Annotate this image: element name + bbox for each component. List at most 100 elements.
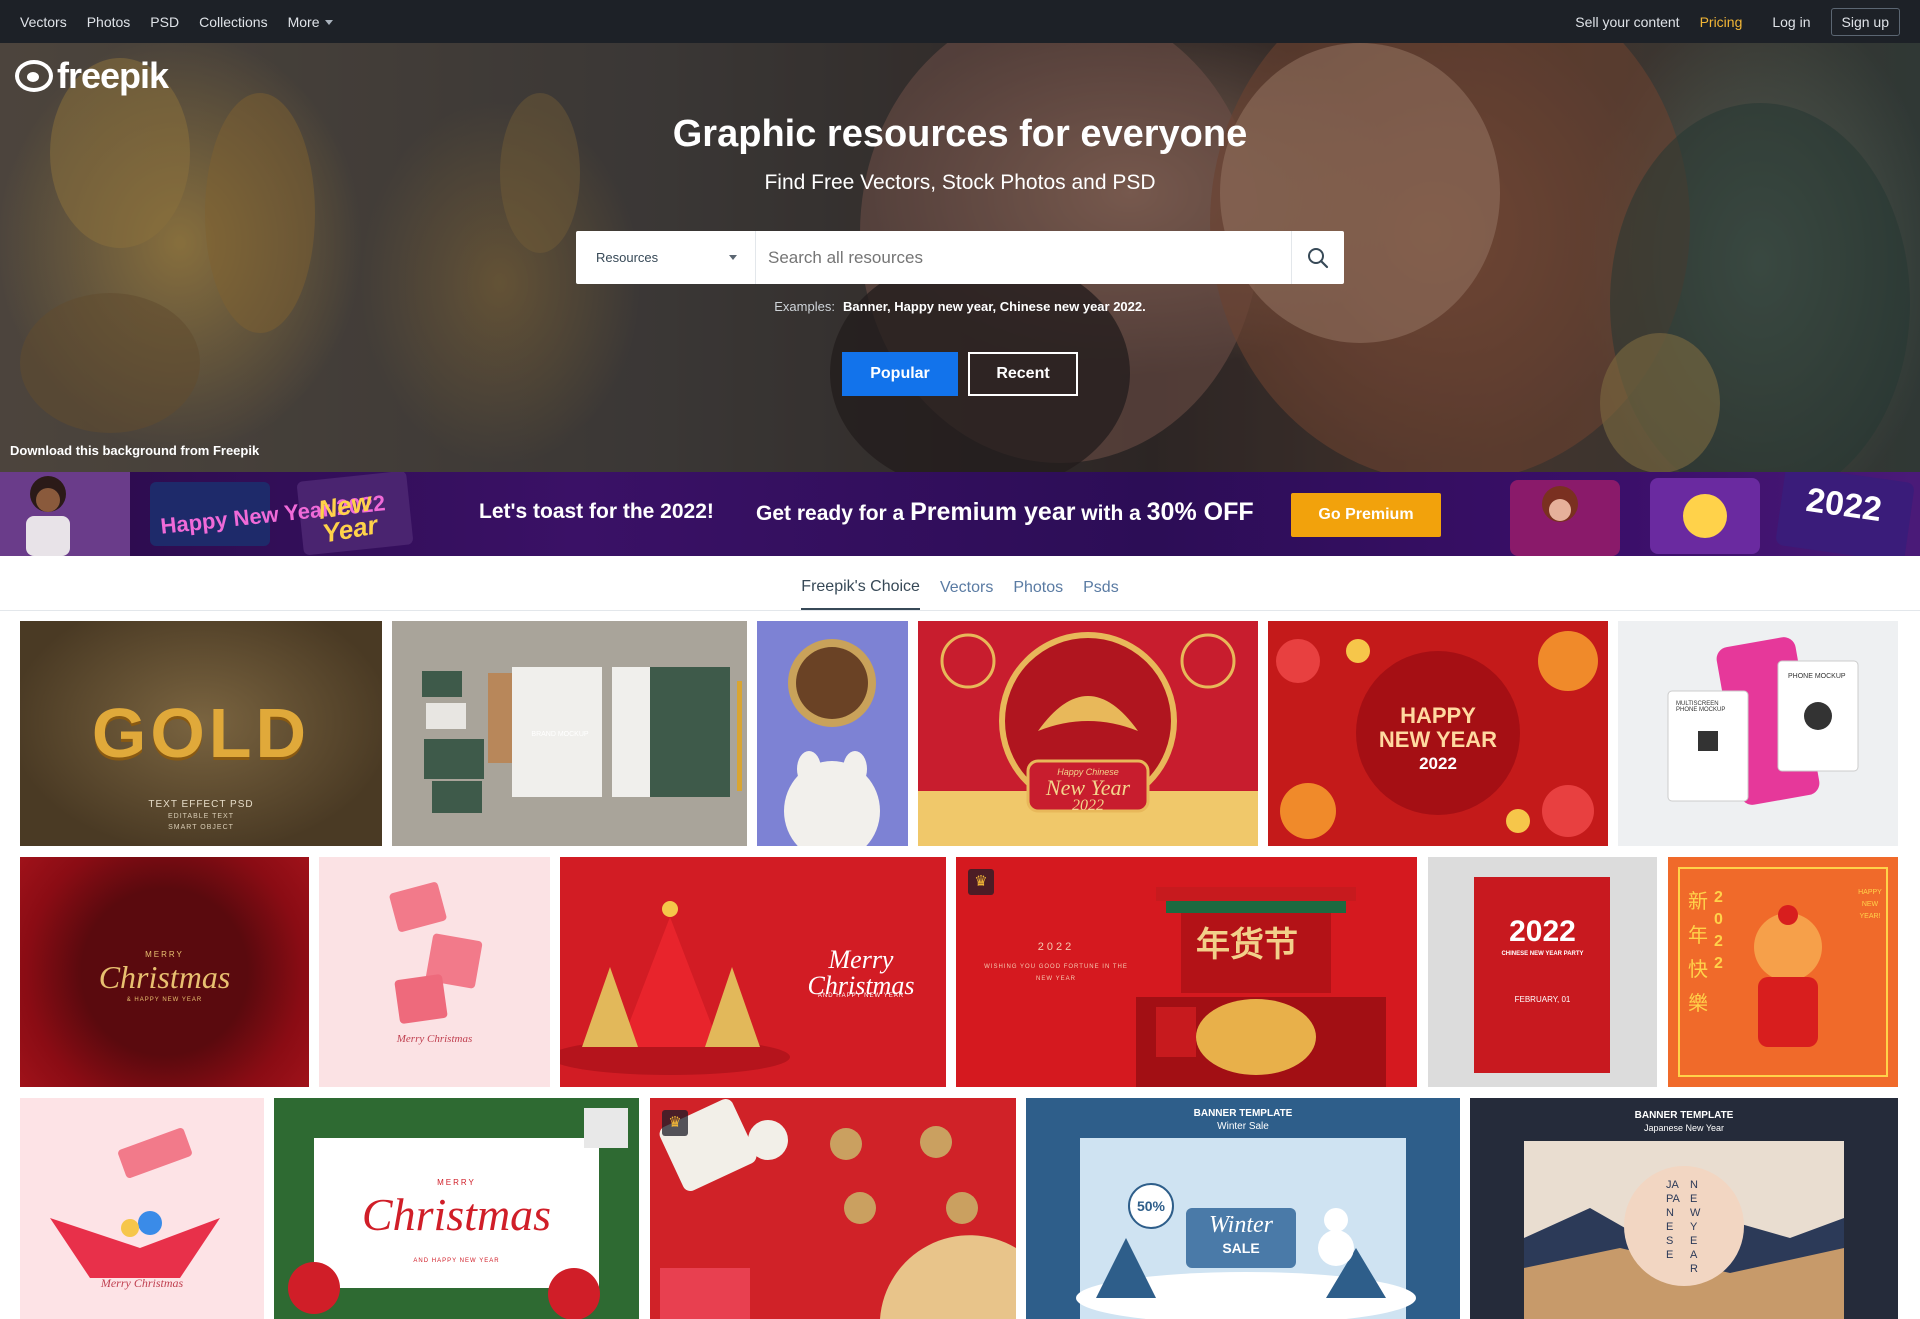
premium-crown-icon: ♛	[662, 1110, 688, 1136]
account-nav: Sell your content Pricing Log in Sign up	[1575, 7, 1900, 36]
poster-date: FEBRUARY, 01	[1514, 995, 1571, 1004]
xmas-tree-title: Merry Christmas	[807, 945, 915, 1000]
phone-mockup-label: PHONE MOCKUP	[1788, 673, 1846, 680]
tiger-card-cn: 新年快樂	[1688, 891, 1708, 1015]
search-bar: Resources	[576, 231, 1344, 284]
tiger-card-en: HAPPY NEW YEAR!	[1858, 889, 1882, 920]
go-premium-button[interactable]: Go Premium	[1291, 493, 1441, 537]
winter-sale-text: SALE	[1222, 1240, 1260, 1256]
search-examples: Examples: Banner, Happy new year, Chinese…	[0, 299, 1920, 314]
gate-wish: WISHING YOU GOOD FORTUNE IN THE NEW YEAR	[984, 964, 1128, 982]
poster-sub: CHINESE NEW YEAR PARTY	[1501, 951, 1584, 957]
gallery-item-christmas-wreath[interactable]: MERRY Christmas AND HAPPY NEW YEAR	[274, 1098, 639, 1319]
gallery-item-tiger-card[interactable]: 新年快樂 2022 HAPPY NEW YEAR!	[1668, 857, 1898, 1087]
wreath-title: Christmas	[361, 1189, 552, 1240]
sell-content-link[interactable]: Sell your content	[1575, 14, 1679, 30]
cat-photo-art	[784, 639, 880, 846]
multiscreen-mockup-label: MULTISCREEN PHONE MOCKUP	[1676, 701, 1726, 713]
examples-links[interactable]: Banner, Happy new year, Chinese new year…	[843, 299, 1146, 314]
tab-vectors[interactable]: Vectors	[940, 579, 993, 610]
chevron-down-icon	[325, 20, 334, 26]
nav-collections[interactable]: Collections	[199, 14, 267, 30]
hero-section: freepik Graphic resources for everyone F…	[0, 43, 1920, 472]
cny-tiger-year: 2022	[1072, 797, 1104, 814]
tea-set-art	[659, 1099, 1016, 1319]
gallery-item-merry-christmas-gold[interactable]: MERRY Christmas & HAPPY NEW YEAR	[20, 857, 309, 1087]
gate-year: 2022	[1037, 941, 1075, 953]
signup-button[interactable]: Sign up	[1830, 7, 1900, 36]
gallery-item-winter-sale-banner[interactable]: BANNER TEMPLATE Winter Sale 50% Winter S…	[1026, 1098, 1460, 1319]
premium-crown-icon: ♛	[968, 869, 994, 895]
gallery-item-cny-party-poster[interactable]: 2022 CHINESE NEW YEAR PARTY FEBRUARY, 01	[1428, 857, 1657, 1087]
gallery-item-brand-mockup[interactable]: BRAND MOCKUP	[392, 621, 747, 846]
promo-offer-pre: Get ready for a	[756, 502, 905, 525]
promo-toast-text: Let's toast for the 2022!	[479, 500, 714, 523]
gold-title: GOLD	[91, 694, 311, 772]
gallery-item-happy-new-year-2022[interactable]: HAPPY NEW YEAR 2022	[1268, 621, 1608, 846]
gallery-item-chinese-new-year-tiger[interactable]: Happy Chinese New Year 2022	[918, 621, 1258, 846]
hny-line-2: NEW YEAR	[1378, 727, 1498, 752]
chevron-down-icon	[729, 255, 737, 260]
xmas-gold-title: Christmas	[98, 959, 231, 995]
promo-offer-discount: 30% OFF	[1146, 498, 1254, 526]
tab-freepiks-choice[interactable]: Freepik's Choice	[801, 578, 920, 610]
xmas-tree-sub: AND HAPPY NEW YEAR	[817, 993, 905, 999]
promo-offer-text: Get ready for a Premium year with a 30% …	[756, 498, 1254, 527]
content-tabs: Freepik's Choice Vectors Photos Psds	[0, 556, 1920, 611]
promo-offer-mid: with a	[1081, 502, 1141, 525]
pink-gifts-caption: Merry Christmas	[396, 1033, 473, 1045]
resource-type-value: Resources	[596, 250, 659, 265]
login-link[interactable]: Log in	[1772, 14, 1810, 30]
gallery-item-chinese-gate[interactable]: ♛ 年货节 2022 WISHING YOU GOOD FORTUNE IN T…	[956, 857, 1417, 1087]
hny-line-3: 2022	[1419, 754, 1457, 773]
winter-art	[1076, 1183, 1416, 1319]
freepik-logo-icon	[15, 60, 53, 92]
gallery-item-open-gift[interactable]: Merry Christmas	[20, 1098, 264, 1319]
gold-line-3: SMART OBJECT	[168, 824, 234, 831]
top-navbar: Vectors Photos PSD Collections More Sell…	[0, 0, 1920, 43]
nav-more[interactable]: More	[288, 14, 334, 30]
poster-year: 2022	[1509, 915, 1576, 948]
gallery-item-tea-set[interactable]: ♛	[650, 1098, 1016, 1319]
phone-mockup-art	[1667, 637, 1859, 805]
gold-line-1: TEXT EFFECT PSD	[148, 799, 254, 810]
gallery-item-phone-mockup[interactable]: PHONE MOCKUP MULTISCREEN PHONE MOCKUP	[1618, 621, 1898, 846]
winter-badge: 50%	[1136, 1198, 1166, 1214]
gate-sign: 年货节	[1196, 926, 1298, 964]
nav-psd[interactable]: PSD	[150, 14, 179, 30]
gold-line-2: EDITABLE TEXT	[167, 813, 235, 820]
winter-title: Winter	[1209, 1212, 1273, 1238]
gallery-item-cat-food-bowl[interactable]	[757, 621, 908, 846]
xmas-gold-bottom: & HAPPY NEW YEAR	[126, 997, 203, 1003]
tiger-card-num: 2022	[1714, 889, 1723, 972]
japanese-art	[1524, 1166, 1844, 1319]
nav-more-label: More	[287, 13, 320, 30]
gallery-item-christmas-trees[interactable]: Merry Christmas AND HAPPY NEW YEAR	[560, 857, 946, 1087]
hero-subtitle: Find Free Vectors, Stock Photos and PSD	[764, 171, 1156, 194]
freepik-logo[interactable]: freepik	[15, 55, 169, 97]
japanese-vertical-2: NEW YEAR	[1690, 1179, 1701, 1275]
gallery-item-pink-gifts[interactable]: Merry Christmas	[319, 857, 550, 1087]
japanese-vertical-1: JAPANESE	[1666, 1179, 1680, 1261]
hero-title: Graphic resources for everyone	[672, 113, 1248, 155]
recent-button[interactable]: Recent	[968, 352, 1078, 396]
primary-nav: Vectors Photos PSD Collections More	[20, 14, 334, 30]
gallery-item-japanese-new-year-banner[interactable]: BANNER TEMPLATE Japanese New Year JAPANE…	[1470, 1098, 1898, 1319]
tab-photos[interactable]: Photos	[1013, 579, 1063, 610]
poster-card	[1474, 877, 1610, 1073]
resource-type-select[interactable]: Resources	[576, 231, 756, 284]
examples-label: Examples:	[774, 299, 835, 314]
tab-psds[interactable]: Psds	[1083, 579, 1119, 610]
premium-promo-banner[interactable]: Happy New Year 2022 New Year Let's toast…	[0, 472, 1920, 556]
gallery-item-gold-text-effect[interactable]: GOLD TEXT EFFECT PSD EDITABLE TEXT SMART…	[20, 621, 382, 846]
search-input[interactable]	[756, 231, 1291, 284]
popular-button[interactable]: Popular	[842, 352, 958, 396]
search-icon	[1308, 247, 1329, 268]
logo-wordmark: freepik	[57, 55, 169, 96]
nav-photos[interactable]: Photos	[87, 14, 131, 30]
nav-vectors[interactable]: Vectors	[20, 14, 67, 30]
search-button[interactable]	[1291, 231, 1344, 284]
pricing-link[interactable]: Pricing	[1700, 14, 1743, 30]
wreath-top: MERRY	[437, 1178, 476, 1187]
background-credit-link[interactable]: Download this background from Freepik	[10, 443, 259, 458]
